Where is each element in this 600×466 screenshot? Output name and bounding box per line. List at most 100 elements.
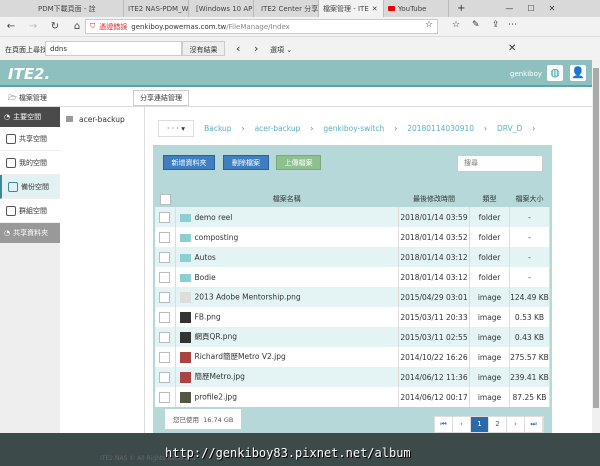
breadcrumb-item[interactable]: acer-backup (255, 124, 301, 133)
sidebar-shared-folder[interactable]: ◔ 共享資料夾 (0, 223, 60, 243)
find-options[interactable]: 選項 ⌄ (270, 45, 292, 55)
tree-item[interactable]: acer-backup (66, 115, 125, 124)
size: - (509, 247, 550, 267)
breadcrumb-dropdown[interactable]: · · · ▾ (158, 119, 195, 137)
folder-icon (66, 116, 73, 122)
prev-page-icon[interactable]: ‹ (453, 417, 471, 432)
nav-bar: 🗁 檔案管理 分享連結管理 (0, 87, 592, 107)
breadcrumb-item[interactable]: 20180114030910 (407, 124, 474, 133)
file-name[interactable]: 2013 Adobe Mentorship.png (195, 292, 301, 301)
tab-6[interactable]: YouTube (384, 0, 449, 17)
new-folder-button[interactable]: 新增資料夾 (163, 155, 215, 170)
tab-1[interactable]: PDM下載頁面 - 詮 (34, 0, 124, 17)
sidebar-item-backup[interactable]: 備份空間 (0, 175, 60, 199)
table-row[interactable]: Richard簡歷Metro V2.jpg 2014/10/22 16:26 ima… (155, 347, 550, 367)
user-icon[interactable]: 👤 (570, 65, 586, 81)
close-window-icon[interactable]: ✕ (549, 4, 556, 13)
table-row[interactable]: FB.png 2015/03/11 20:33 image 0.53 KB (155, 307, 550, 327)
modified: 2018/01/14 03:12 (398, 267, 470, 287)
sidebar-item-mine[interactable]: 我的空間 (0, 151, 60, 175)
scrollbar[interactable] (592, 60, 600, 433)
row-checkbox[interactable] (159, 371, 171, 383)
row-checkbox[interactable] (159, 331, 171, 343)
find-next-icon[interactable]: › (254, 42, 258, 55)
globe-icon[interactable]: ◍ (547, 65, 563, 81)
type: image (469, 307, 510, 327)
delete-button[interactable]: 刪除檔案 (223, 155, 269, 170)
table-row[interactable]: profile2.jpg 2014/06/12 00:17 image 87.25 K… (155, 387, 550, 407)
col-modified[interactable]: 最後修改時間 (399, 191, 470, 207)
favorites-list-icon[interactable]: ☆ (452, 20, 460, 30)
table-row[interactable]: 簡歷Metro.jpg 2014/06/12 11:36 image 239.41 K… (155, 367, 550, 387)
storage-usage: 您已使用 16.74 GB (165, 409, 242, 429)
find-prev-icon[interactable]: ‹ (236, 42, 240, 55)
row-checkbox[interactable] (159, 391, 171, 403)
maximize-icon[interactable]: ☐ (527, 4, 534, 13)
refresh-icon[interactable]: ↻ (44, 21, 66, 32)
row-checkbox[interactable] (159, 271, 171, 283)
close-find-icon[interactable]: ✕ (508, 43, 516, 54)
pen-icon[interactable]: ✎ (472, 20, 480, 30)
col-size[interactable]: 檔案大小 (510, 191, 550, 207)
row-checkbox[interactable] (159, 311, 171, 323)
first-page-icon[interactable]: ⏮ (435, 417, 453, 432)
col-type[interactable]: 類型 (470, 191, 510, 207)
breadcrumb: · · · ▾ Backup › acer-backup › genkiboy-sw… (158, 118, 558, 138)
table-row[interactable]: Bodie 2018/01/14 03:12 folder - (155, 267, 550, 287)
tab-3[interactable]: [Windows 10 APP] (189, 0, 254, 17)
file-name[interactable]: demo reel (195, 213, 233, 222)
minimize-icon[interactable]: — (505, 4, 513, 13)
sidebar-main-space[interactable]: ◔ 主要空間 (0, 107, 60, 127)
forward-icon[interactable]: → (22, 21, 44, 32)
page-2[interactable]: 2 (489, 417, 507, 432)
size: 87.25 KB (509, 387, 550, 407)
close-tab-icon[interactable]: ✕ (372, 5, 378, 13)
table-row[interactable]: 網頁QR.png 2015/03/11 02:55 image 0.43 KB (155, 327, 550, 347)
group-icon (6, 205, 16, 216)
table-row[interactable]: Autos 2018/01/14 03:12 folder - (155, 247, 550, 267)
back-icon[interactable]: ← (0, 21, 22, 32)
sidebar: ◔ 主要空間 共享空間 我的空間 備份空間 群組空間 ◔ 共享資料夾 (0, 107, 60, 433)
last-page-icon[interactable]: ⏭ (525, 417, 543, 432)
select-all-checkbox[interactable] (159, 193, 171, 205)
more-icon[interactable]: ⋯ (508, 20, 517, 30)
file-name[interactable]: composting (195, 233, 239, 242)
new-tab-icon[interactable]: + (457, 3, 465, 14)
modified: 2015/04/29 03:01 (398, 287, 470, 307)
file-manage-nav[interactable]: 🗁 檔案管理 (8, 93, 47, 105)
row-checkbox[interactable] (159, 351, 171, 363)
tab-4[interactable]: ITE2 Center 分享與 (254, 0, 319, 17)
page-1[interactable]: 1 (471, 417, 489, 432)
row-checkbox[interactable] (159, 231, 171, 243)
col-name[interactable]: 檔案名稱 (175, 191, 399, 207)
row-checkbox[interactable] (159, 251, 171, 263)
breadcrumb-item[interactable]: Backup (204, 124, 232, 133)
upload-button[interactable]: 上傳檔案 (276, 155, 321, 170)
row-checkbox[interactable] (159, 211, 171, 223)
share-icon[interactable]: ⇪ (492, 20, 500, 30)
row-checkbox[interactable] (159, 291, 171, 303)
next-page-icon[interactable]: › (507, 417, 525, 432)
table-row[interactable]: 2013 Adobe Mentorship.png 2015/04/29 03:0… (155, 287, 550, 307)
file-name[interactable]: 網頁QR.png (195, 332, 238, 341)
search-input[interactable] (457, 155, 543, 172)
file-name[interactable]: Bodie (195, 273, 216, 282)
share-link-button[interactable]: 分享連結管理 (133, 90, 189, 106)
tab-5-active[interactable]: 檔案管理 - ITE ✕ (319, 0, 384, 17)
breadcrumb-item[interactable]: genkiboy-switch (323, 124, 384, 133)
file-name[interactable]: profile2.jpg (195, 392, 237, 401)
table-row[interactable]: composting 2018/01/14 03:52 folder - (155, 227, 550, 247)
file-name[interactable]: Richard簡歷Metro V2.jpg (195, 352, 286, 361)
file-name[interactable]: 簡歷Metro.jpg (195, 372, 245, 381)
sidebar-item-shared[interactable]: 共享空間 (0, 127, 60, 151)
table-row[interactable]: demo reel 2018/01/14 03:59 folder - (155, 207, 550, 227)
file-name[interactable]: FB.png (195, 312, 221, 321)
find-input[interactable]: ddns (45, 41, 182, 56)
url-field[interactable]: ⛉ 憑證錯誤 genkiboy.powernas.com.tw/FileManage… (85, 19, 438, 34)
favorite-icon[interactable]: ☆ (425, 20, 433, 30)
file-name[interactable]: Autos (195, 253, 216, 262)
sidebar-item-group[interactable]: 群組空間 (0, 199, 60, 223)
tab-2[interactable]: ITE2 NAS-PDM_Wi (124, 0, 189, 17)
modified: 2015/03/11 02:55 (398, 327, 470, 347)
breadcrumb-item[interactable]: DRV_D (497, 124, 522, 133)
